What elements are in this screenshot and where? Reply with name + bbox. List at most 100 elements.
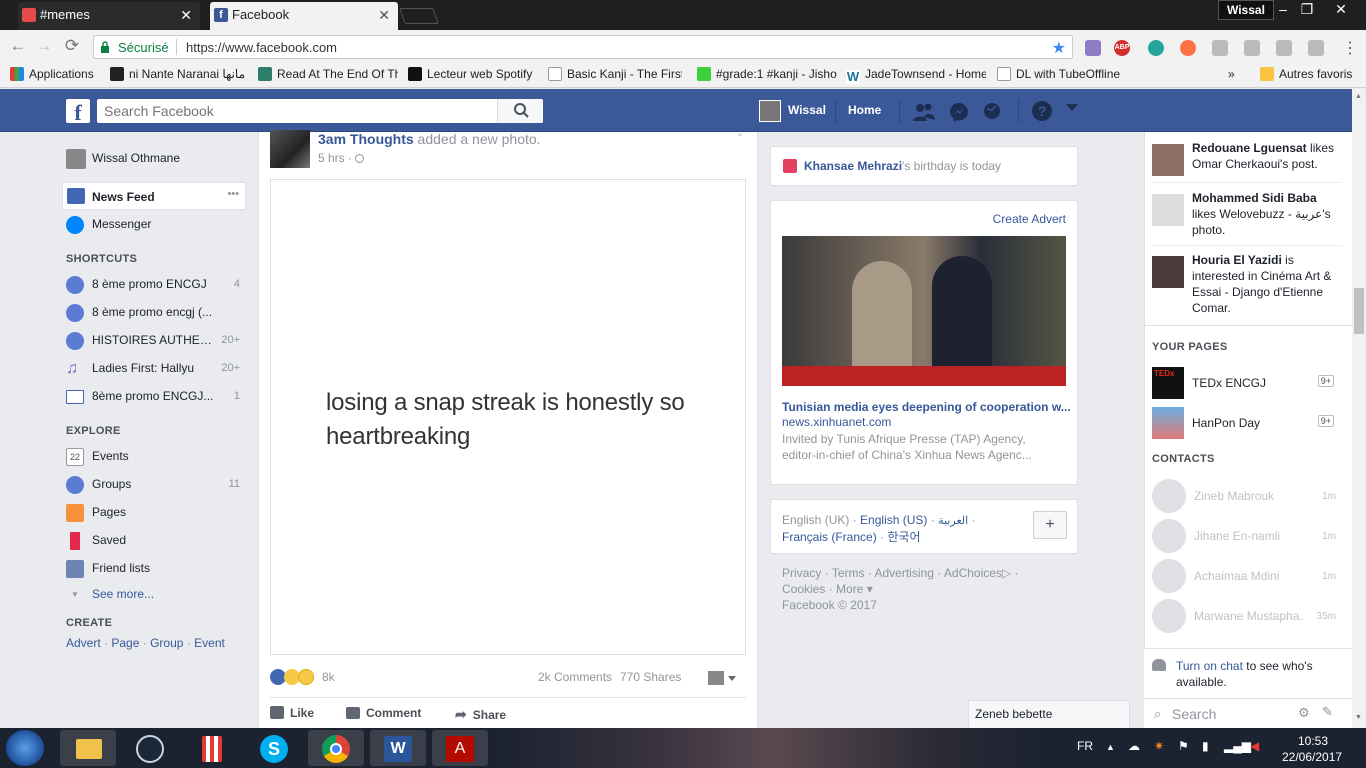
gear-icon[interactable]: ⚙ bbox=[1298, 705, 1310, 721]
chat-tab[interactable]: Zeneb bebette bbox=[968, 700, 1130, 728]
popcorn-time-icon[interactable] bbox=[184, 730, 240, 766]
extension-icon[interactable] bbox=[1276, 40, 1292, 56]
sidebar-item-friend-lists[interactable]: Friend lists bbox=[66, 556, 246, 582]
add-language-button[interactable]: + bbox=[1033, 511, 1067, 539]
post-timestamp[interactable]: 5 hrs bbox=[318, 151, 345, 165]
sidebar-item-saved[interactable]: Saved bbox=[66, 528, 246, 554]
bookmark-item[interactable]: ni Nante Naranai مانها bbox=[110, 67, 250, 81]
bookmark-item[interactable]: #grade:1 #kanji - Jisho bbox=[697, 67, 837, 81]
bookmark-item[interactable]: Basic Kanji - The First bbox=[548, 67, 682, 81]
restore-icon[interactable]: ❐ bbox=[1294, 0, 1320, 18]
create-event-link[interactable]: Event bbox=[194, 636, 225, 650]
create-page-link[interactable]: Page bbox=[111, 636, 139, 650]
language-link[interactable]: العربية bbox=[938, 515, 968, 527]
tab-memes[interactable]: #memes ✕ bbox=[18, 2, 200, 30]
comments-count[interactable]: 2k Comments bbox=[538, 670, 612, 684]
acrobat-icon[interactable]: A bbox=[432, 730, 488, 766]
file-explorer-icon[interactable] bbox=[60, 730, 116, 766]
post-author-avatar[interactable] bbox=[270, 130, 310, 168]
bookmark-item[interactable]: Read At The End Of Th bbox=[258, 67, 398, 81]
facebook-logo-icon[interactable]: f bbox=[66, 99, 90, 125]
close-icon[interactable]: ✕ bbox=[378, 2, 390, 28]
scroll-up-arrow-icon[interactable]: ▲ bbox=[1355, 93, 1362, 100]
more-options-icon[interactable]: ••• bbox=[227, 188, 239, 200]
scrollbar-thumb[interactable] bbox=[1354, 288, 1364, 334]
search-box[interactable] bbox=[97, 99, 543, 123]
chat-search-input[interactable]: Search bbox=[1172, 706, 1216, 722]
sidebar-item-shortcut[interactable]: HISTOIRES AUTHEN... 20+ bbox=[66, 328, 246, 354]
profile-button[interactable]: Wissal bbox=[1218, 0, 1274, 20]
advert-title[interactable]: Tunisian media eyes deepening of coopera… bbox=[782, 400, 1072, 414]
avatar[interactable] bbox=[708, 671, 724, 685]
extension-icon[interactable] bbox=[1308, 40, 1324, 56]
like-button[interactable]: Like bbox=[270, 706, 314, 720]
birthday-person-link[interactable]: Khansae Mehrazi bbox=[804, 159, 902, 173]
sidebar-item-shortcut[interactable]: 8ème promo ENCGJ... 1 bbox=[66, 384, 246, 410]
account-menu-caret-icon[interactable] bbox=[1066, 104, 1078, 111]
flag-icon[interactable]: ⚑ bbox=[1178, 739, 1189, 753]
bookmarks-overflow[interactable]: » bbox=[1228, 67, 1235, 81]
contact-item[interactable]: Jihane En-namli 1m bbox=[1152, 515, 1342, 555]
sidebar-item-shortcut[interactable]: 8 ème promo encgj (... bbox=[66, 300, 246, 326]
contact-item[interactable]: Achaimaa Mdini 1m bbox=[1152, 555, 1342, 595]
steam-icon[interactable] bbox=[122, 730, 178, 766]
help-icon[interactable]: ? bbox=[1032, 101, 1052, 121]
page-item[interactable]: HanPon Day 9+ bbox=[1152, 407, 1342, 439]
close-window-icon[interactable]: ✕ bbox=[1328, 0, 1354, 18]
language-link[interactable]: English (US) bbox=[860, 513, 927, 527]
onedrive-icon[interactable]: ☁ bbox=[1128, 739, 1140, 753]
battery-icon[interactable]: ▮ bbox=[1202, 739, 1209, 753]
language-link[interactable]: 한국어 bbox=[887, 530, 920, 544]
create-group-link[interactable]: Group bbox=[150, 636, 183, 650]
volume-muted-icon[interactable]: ◀ bbox=[1250, 739, 1259, 753]
sidebar-profile[interactable]: Wissal Othmane bbox=[66, 146, 246, 172]
skype-icon[interactable]: S bbox=[246, 730, 302, 766]
extension-icon[interactable] bbox=[1180, 40, 1196, 56]
bookmark-item[interactable]: DL with TubeOffline bbox=[997, 67, 1137, 81]
advert-image[interactable] bbox=[782, 236, 1066, 386]
new-tab-button[interactable] bbox=[399, 8, 439, 24]
friend-requests-icon[interactable] bbox=[912, 101, 936, 123]
language-link[interactable]: Français (France) bbox=[782, 530, 877, 544]
close-icon[interactable]: ✕ bbox=[180, 2, 192, 28]
bookmark-item[interactable]: Lecteur web Spotify bbox=[408, 67, 538, 81]
turn-on-chat-link[interactable]: Turn on chat bbox=[1176, 659, 1243, 673]
sidebar-item-shortcut[interactable]: ♫ Ladies First: Hallyu 20+ bbox=[66, 356, 246, 382]
sidebar-item-events[interactable]: 22 Events bbox=[66, 444, 246, 470]
see-more-link[interactable]: ▼ See more... bbox=[66, 582, 246, 608]
scroll-down-arrow-icon[interactable]: ▼ bbox=[1355, 714, 1362, 721]
messenger-icon[interactable] bbox=[948, 101, 970, 123]
word-icon[interactable]: W bbox=[370, 730, 426, 766]
post-author-link[interactable]: 3am Thoughts bbox=[318, 131, 414, 147]
network-icon[interactable]: ▂▄▆ bbox=[1224, 739, 1251, 753]
avatar[interactable] bbox=[759, 100, 781, 122]
advertising-link[interactable]: Advertising bbox=[875, 566, 934, 580]
adchoices-link[interactable]: AdChoices bbox=[944, 566, 1002, 580]
compose-icon[interactable]: ✎ bbox=[1322, 704, 1333, 720]
bookmark-star-icon[interactable]: ★ bbox=[1052, 38, 1066, 58]
language-indicator[interactable]: FR bbox=[1077, 739, 1093, 753]
page-scrollbar[interactable] bbox=[1352, 89, 1366, 728]
search-input[interactable] bbox=[97, 99, 497, 123]
contact-item[interactable]: Zineb Mabrouk 1m bbox=[1152, 475, 1342, 515]
shares-count[interactable]: 770 Shares bbox=[620, 670, 681, 684]
advert-domain[interactable]: news.xinhuanet.com bbox=[782, 415, 891, 429]
create-advert-link[interactable]: Advert bbox=[66, 636, 101, 650]
avast-icon[interactable]: ✷ bbox=[1154, 739, 1164, 753]
tab-facebook[interactable]: f Facebook ✕ bbox=[210, 2, 398, 30]
privacy-link[interactable]: Privacy bbox=[782, 566, 821, 580]
reactions-summary[interactable]: 8k bbox=[270, 669, 350, 685]
notifications-globe-icon[interactable] bbox=[982, 101, 1002, 121]
more-link[interactable]: More bbox=[836, 582, 863, 596]
sidebar-item-messenger[interactable]: Messenger bbox=[66, 212, 246, 238]
sidebar-item-news-feed[interactable]: News Feed ••• bbox=[62, 182, 246, 210]
page-item[interactable]: TEDx TEDx ENCGJ 9+ bbox=[1152, 367, 1342, 399]
clock-time[interactable]: 10:53 bbox=[1298, 734, 1328, 748]
chevron-down-icon[interactable] bbox=[728, 676, 736, 681]
search-button[interactable] bbox=[497, 99, 543, 123]
reload-icon[interactable]: ⟳ bbox=[62, 36, 82, 56]
address-bar[interactable]: Sécurisé https://www.facebook.com ★ bbox=[93, 35, 1073, 59]
windows-start-icon[interactable] bbox=[6, 730, 44, 766]
post-options-chevron-icon[interactable]: ⌄ bbox=[736, 128, 744, 139]
url-text[interactable]: https://www.facebook.com bbox=[186, 40, 337, 55]
